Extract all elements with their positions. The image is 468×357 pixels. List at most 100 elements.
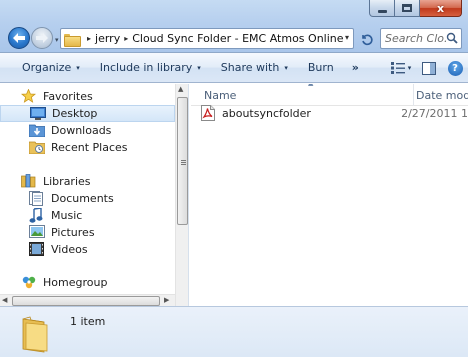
nav-group-homegroup[interactable]: Homegroup: [0, 274, 175, 290]
include-in-library-button[interactable]: Include in library ▾: [92, 57, 209, 79]
burn-label: Burn: [307, 61, 334, 74]
sidebar-item-label: Downloads: [51, 123, 112, 137]
preview-pane-button[interactable]: [416, 61, 442, 75]
sidebar-item-label: Pictures: [51, 225, 95, 239]
file-date-modified: 2/27/2011 1: [401, 106, 468, 120]
view-controls: ▾ ?: [386, 53, 468, 83]
breadcrumb-separator[interactable]: ▸: [87, 34, 91, 43]
help-button[interactable]: ?: [442, 60, 468, 76]
file-row[interactable]: aboutsyncfolder 2/27/2011 1: [201, 104, 468, 122]
documents-icon: [29, 191, 45, 206]
back-button[interactable]: [8, 27, 30, 49]
videos-icon: [29, 242, 45, 256]
chevron-down-icon: ▾: [197, 63, 201, 72]
preview-pane-icon: [422, 61, 436, 75]
sidebar-item-label: Music: [51, 208, 83, 222]
address-bar[interactable]: ▸ jerry ▸ Cloud Sync Folder - EMC Atmos …: [60, 28, 354, 49]
sidebar-item-music[interactable]: Music: [0, 207, 175, 223]
burn-button[interactable]: Burn: [300, 57, 342, 79]
command-bar: Organize ▾ Include in library ▾ Share wi…: [0, 53, 468, 83]
chevron-down-icon: ▾: [76, 63, 80, 72]
nav-group-libraries[interactable]: Libraries: [0, 173, 175, 189]
column-headers: ▲ Name Date modifi: [191, 84, 468, 106]
scroll-up-arrow-icon[interactable]: ▲: [178, 85, 183, 93]
scroll-right-arrow-icon[interactable]: ▶: [164, 296, 169, 304]
file-list: ▲ Name Date modifi aboutsyncfolder 2/27/…: [191, 84, 468, 306]
maximize-icon: [402, 4, 412, 12]
minimize-button[interactable]: [369, 0, 395, 17]
help-icon: ?: [447, 60, 463, 76]
include-in-library-label: Include in library: [99, 61, 193, 74]
more-commands-button[interactable]: »: [346, 61, 365, 74]
maximize-button[interactable]: [395, 0, 420, 17]
chevron-down-icon: ▾: [407, 64, 412, 72]
history-dropdown-icon[interactable]: ▾: [55, 36, 59, 44]
folder-icon: [22, 316, 48, 353]
search-box[interactable]: [380, 28, 462, 49]
horizontal-scroll-thumb[interactable]: [12, 296, 160, 306]
search-input[interactable]: [385, 32, 447, 45]
sidebar-item-label: Desktop: [52, 107, 98, 120]
music-note-icon: [29, 207, 45, 223]
view-list-icon: [390, 62, 405, 74]
scroll-left-arrow-icon[interactable]: ◀: [2, 296, 7, 304]
details-pane: 1 item: [0, 306, 468, 357]
breadcrumb-separator[interactable]: ▸: [124, 34, 128, 43]
sort-ascending-icon: ▲: [308, 84, 313, 87]
refresh-icon: [362, 34, 373, 46]
column-header-date-modified[interactable]: Date modifi: [413, 84, 468, 106]
folder-icon: [64, 33, 81, 47]
nav-group-favorites[interactable]: Favorites: [0, 88, 175, 104]
sidebar-item-label: Videos: [51, 242, 88, 256]
address-dropdown-icon[interactable]: ▾: [345, 33, 349, 42]
sidebar-item-pictures[interactable]: Pictures: [0, 224, 175, 240]
column-header-label: Date modifi: [416, 88, 468, 102]
file-name[interactable]: aboutsyncfolder: [222, 107, 401, 120]
navigation-pane-horizontal-scrollbar[interactable]: ◀ ▶: [0, 294, 175, 306]
downloads-folder-icon: [28, 123, 46, 138]
desktop-icon: [30, 106, 46, 121]
pdf-file-icon: [201, 105, 217, 121]
sidebar-item-videos[interactable]: Videos: [0, 241, 175, 257]
change-view-button[interactable]: ▾: [386, 62, 416, 74]
minimize-icon: [377, 9, 387, 13]
close-button[interactable]: x: [420, 0, 462, 17]
star-icon: [20, 88, 37, 103]
back-arrow-icon: [13, 33, 25, 43]
navigation-pane-scrollbar[interactable]: ▲: [175, 84, 188, 306]
column-header-name[interactable]: ▲ Name: [204, 84, 409, 106]
item-count: 1 item: [70, 315, 106, 328]
nav-group-label: Libraries: [43, 174, 91, 188]
forward-button[interactable]: [31, 27, 53, 49]
sidebar-item-downloads[interactable]: Downloads: [0, 122, 175, 138]
breadcrumb-jerry[interactable]: jerry: [95, 32, 120, 45]
organize-button[interactable]: Organize ▾: [14, 57, 88, 79]
search-icon: [446, 32, 458, 44]
share-with-label: Share with: [220, 61, 280, 74]
recent-places-icon: [28, 140, 46, 155]
caption-buttons: x: [369, 0, 462, 18]
navigation-buttons: ▾: [7, 24, 59, 52]
sidebar-item-recent-places[interactable]: Recent Places: [0, 139, 175, 155]
breadcrumb-cloud-sync-folder[interactable]: Cloud Sync Folder - EMC Atmos Online: [132, 32, 343, 45]
sidebar-item-label: Recent Places: [51, 140, 128, 154]
scroll-grip-icon: [181, 160, 186, 165]
homegroup-icon: [21, 275, 37, 289]
window-chrome: x ▾ ▸ jerry ▸ Cloud Sync Folder - EMC At…: [0, 0, 468, 53]
sidebar-item-desktop[interactable]: Desktop: [0, 105, 175, 122]
libraries-icon: [21, 174, 37, 188]
forward-arrow-icon: [36, 33, 48, 43]
scroll-thumb[interactable]: [177, 97, 188, 225]
sidebar-item-label: Documents: [51, 191, 114, 205]
chevron-down-icon: ▾: [284, 63, 288, 72]
refresh-button[interactable]: [357, 29, 377, 49]
share-with-button[interactable]: Share with ▾: [213, 57, 296, 79]
close-icon: x: [436, 1, 445, 15]
nav-group-label: Favorites: [43, 89, 93, 103]
column-header-label: Name: [204, 88, 237, 102]
nav-group-label: Homegroup: [43, 275, 108, 289]
navigation-pane: Favorites Desktop Downloads Recent Place…: [0, 84, 175, 306]
organize-label: Organize: [22, 61, 72, 74]
sidebar-item-documents[interactable]: Documents: [0, 190, 175, 206]
pictures-icon: [29, 225, 45, 239]
